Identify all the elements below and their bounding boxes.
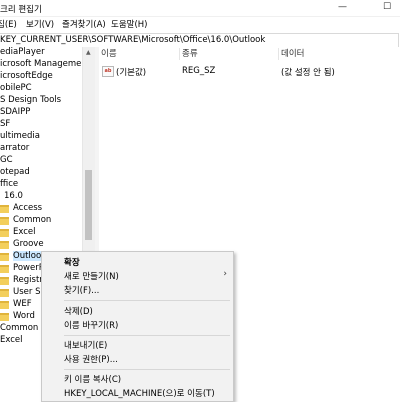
menu-favorites[interactable]: 즐겨찾기(A) — [62, 18, 106, 30]
value-type: REG_SZ — [182, 66, 216, 76]
ab-string-icon: ab — [102, 66, 114, 77]
menu-help[interactable]: 도움말(H) — [111, 18, 147, 30]
minimize-button[interactable]: — — [338, 2, 347, 12]
menu-item-delete[interactable]: 삭제(D) — [42, 304, 233, 318]
tree-item[interactable]: Access — [0, 203, 42, 215]
tree-item[interactable]: Word — [0, 311, 35, 323]
tree-item[interactable]: ediaPlayer — [0, 47, 45, 59]
maximize-button[interactable]: ☐ — [383, 2, 391, 12]
tree-item[interactable]: otepad — [0, 167, 30, 179]
tree-item[interactable]: SF — [0, 119, 10, 131]
tree-item[interactable]: Groove — [0, 239, 44, 251]
folder-icon — [0, 217, 9, 225]
folder-icon — [0, 313, 9, 321]
folder-icon — [0, 301, 9, 309]
tree-item[interactable]: PowerP — [0, 263, 44, 275]
menu-separator — [64, 335, 230, 336]
menu-item-find[interactable]: 찾기(F)... — [42, 283, 233, 297]
column-divider[interactable] — [278, 48, 279, 60]
tree-item[interactable]: Common — [0, 323, 38, 335]
menu-item-goto-hklm[interactable]: HKEY_LOCAL_MACHINE(으)로 이동(T) — [42, 386, 233, 400]
tree-item[interactable]: GC — [0, 155, 13, 167]
tree-item[interactable]: Common — [0, 215, 51, 227]
address-path: KEY_CURRENT_USER\SOFTWARE\Microsoft\Offi… — [0, 35, 266, 45]
tree-item[interactable]: ultimedia — [0, 131, 40, 143]
title-bar: 크리 편집기 — ☐ — [0, 0, 400, 17]
tree-item[interactable]: Excel — [0, 227, 36, 239]
folder-icon — [0, 205, 9, 213]
value-row[interactable]: ab (기본값) REG_SZ (값 설정 안 됨) — [99, 65, 399, 79]
menu-item-expand[interactable]: 확장 — [42, 255, 233, 269]
menu-item-copy-key-name[interactable]: 키 이름 복사(C) — [42, 372, 233, 386]
scrollbar-thumb[interactable] — [85, 170, 92, 240]
menu-view[interactable]: 보기(V) — [26, 18, 54, 30]
column-header-data[interactable]: 데이터 — [281, 47, 304, 60]
tree-item[interactable]: icrosoftEdge — [0, 71, 53, 83]
tree-item-selected[interactable]: Outlook — [0, 251, 47, 263]
menu-item-permissions[interactable]: 사용 권한(P)... — [42, 352, 233, 366]
tree-item[interactable]: 16.0 — [4, 191, 23, 203]
column-header-type[interactable]: 종류 — [182, 47, 198, 60]
tree-item[interactable]: Excel — [0, 335, 23, 347]
value-name: (기본값) — [116, 68, 147, 78]
chevron-right-icon: › — [223, 269, 227, 279]
folder-icon — [0, 277, 9, 285]
menu-bar: 집(E) 보기(V) 즐겨찾기(A) 도움말(H) — [0, 17, 400, 31]
tree-item[interactable]: ffice — [0, 179, 18, 191]
value-data: (값 설정 안 됨) — [281, 68, 335, 78]
menu-item-new[interactable]: 새로 만들기(N) › — [42, 269, 233, 283]
window-title: 크리 편집기 — [0, 5, 42, 15]
folder-icon — [0, 241, 9, 249]
tree-item[interactable]: arrator — [0, 143, 29, 155]
menu-separator — [64, 300, 230, 301]
tree-item[interactable]: obilePC — [0, 83, 32, 95]
column-divider[interactable] — [179, 48, 180, 60]
context-menu: 확장 새로 만들기(N) › 찾기(F)... 삭제(D) 이름 바꾸기(R) … — [41, 251, 234, 402]
tree-item[interactable]: WEF — [0, 299, 32, 311]
tree-item[interactable]: S Design Tools — [0, 95, 61, 107]
address-bar[interactable]: KEY_CURRENT_USER\SOFTWARE\Microsoft\Offi… — [0, 33, 399, 48]
tree-item[interactable]: SDAIPP — [0, 107, 30, 119]
menu-edit[interactable]: 집(E) — [0, 18, 17, 30]
menu-item-rename[interactable]: 이름 바꾸기(R) — [42, 318, 233, 332]
scroll-up-icon[interactable]: ▲ — [86, 49, 91, 56]
column-header-name[interactable]: 이름 — [101, 47, 117, 60]
folder-icon — [0, 253, 9, 261]
tree-item[interactable]: icrosoft Management Co — [0, 59, 94, 71]
folder-icon — [0, 265, 9, 273]
menu-item-export[interactable]: 내보내기(E) — [42, 338, 233, 352]
folder-icon — [0, 229, 9, 237]
menu-separator — [64, 369, 230, 370]
folder-icon — [0, 289, 9, 297]
